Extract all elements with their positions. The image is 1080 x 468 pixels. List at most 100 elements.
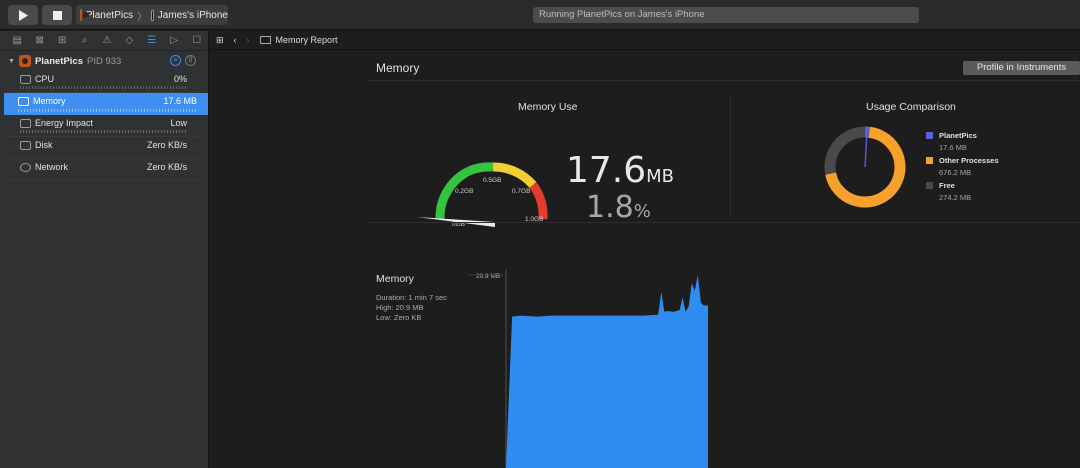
memory-gauge: 0GB 0.2GB 0.5GB 0.7GB 1.0GB xyxy=(417,162,548,228)
search-icon[interactable]: ⌕ xyxy=(73,34,95,48)
legend-free: Free 274.2 MB xyxy=(926,181,972,202)
gauge-value: Zero KB/s xyxy=(146,140,187,150)
gauge-value: Low xyxy=(170,118,187,128)
stop-icon xyxy=(52,10,62,20)
legend-other-processes: Other Processes 676.2 MB xyxy=(926,156,999,177)
process-row[interactable]: ▼ PlanetPics PID 933 ≡ ‖ xyxy=(0,51,208,71)
hierarchy-icon[interactable]: ⊞ xyxy=(51,34,73,48)
iphone-icon xyxy=(151,9,154,21)
scheme-app-label: PlanetPics xyxy=(85,9,134,21)
gauge-label: Energy Impact xyxy=(35,118,94,128)
debug-navigator: ▤ ⊠ ⊞ ⌕ ⚠ ◇ ☰ ▷ ☐ ▼ PlanetPics PID 933 ≡… xyxy=(0,31,209,468)
divider xyxy=(368,222,1080,223)
related-items-icon[interactable]: ⊞ xyxy=(216,35,224,46)
gauge-label: Disk xyxy=(35,140,53,150)
gauge-disk[interactable]: Disk Zero KB/s xyxy=(6,137,198,159)
source-control-icon[interactable]: ⊠ xyxy=(28,34,50,48)
gauge-label: Network xyxy=(35,162,69,172)
legend-planetpics: PlanetPics 17.6 MB xyxy=(926,131,977,152)
legend-value: 17.6 MB xyxy=(939,143,967,152)
gauge-arc-red xyxy=(529,182,548,220)
timeline-high: High: 20.9 MB xyxy=(376,303,424,312)
donut-pointer xyxy=(864,132,868,168)
app-icon xyxy=(80,9,89,21)
report-title: Memory xyxy=(376,61,420,75)
navigator-tabs: ▤ ⊠ ⊞ ⌕ ⚠ ◇ ☰ ▷ ☐ xyxy=(0,31,208,51)
report-document-icon xyxy=(259,36,271,44)
forward-icon[interactable]: › xyxy=(247,35,250,45)
toolbar: PlanetPics 〉 James's iPhone Running Plan… xyxy=(0,0,1080,30)
warning-icon[interactable]: ⚠ xyxy=(96,34,118,48)
process-name: PlanetPics xyxy=(34,55,83,67)
memory-area-series xyxy=(506,275,708,468)
play-icon xyxy=(19,9,28,21)
gauge-arc-green2 xyxy=(467,162,494,176)
gauge-value: 17.6 MB xyxy=(163,96,197,106)
timeline-low: Low: Zero KB xyxy=(376,313,422,322)
debug-navigator-icon[interactable]: ☰ xyxy=(141,34,163,48)
legend-swatch xyxy=(926,132,933,139)
memory-use-percent-sign: % xyxy=(633,201,651,222)
legend-swatch xyxy=(926,182,933,189)
battery-icon xyxy=(20,119,31,128)
timeline-info: Memory Duration: 1 min 7 sec High: 20.9 … xyxy=(376,273,447,323)
pause-icon[interactable]: ‖ xyxy=(185,55,196,66)
dial-label-2: 0.5GB xyxy=(483,177,501,184)
legend-name: PlanetPics xyxy=(939,131,977,140)
process-app-icon xyxy=(18,55,31,67)
scheme-selector[interactable]: PlanetPics 〉 James's iPhone xyxy=(76,5,228,25)
gauge-memory[interactable]: Memory 17.6 MB xyxy=(4,93,208,115)
memory-use-percent-number: 1.8 xyxy=(586,190,634,225)
legend-name: Free xyxy=(939,181,955,190)
test-icon[interactable]: ◇ xyxy=(118,34,140,48)
editor-area: ⊞ ‹ › Memory Report Memory Profile in In… xyxy=(210,31,1080,468)
jump-bar: ⊞ ‹ › Memory Report xyxy=(210,31,1080,50)
legend-value: 274.2 MB xyxy=(939,193,972,202)
globe-icon xyxy=(20,163,31,172)
memory-icon xyxy=(18,97,29,106)
chevron-right-icon: 〉 xyxy=(137,11,148,23)
memory-timeline-chart: 20.9 MB xyxy=(468,269,708,468)
gauge-energy[interactable]: Energy Impact Low xyxy=(6,115,198,137)
gauge-sparkline xyxy=(20,86,188,89)
gauge-sparkline xyxy=(20,130,188,133)
gauge-label: Memory xyxy=(33,96,66,106)
timeline-title: Memory xyxy=(376,273,414,285)
timeline-ymax-label: 20.9 MB xyxy=(476,273,500,280)
stop-button[interactable] xyxy=(42,5,72,25)
run-button[interactable] xyxy=(8,5,38,25)
gauge-cpu[interactable]: CPU 0% xyxy=(6,71,198,93)
gauge-arc-green xyxy=(435,166,472,220)
usage-donut xyxy=(824,126,906,208)
dial-label-1: 0.2GB xyxy=(455,188,473,195)
report-icon[interactable]: ☐ xyxy=(186,34,208,48)
legend-swatch xyxy=(926,157,933,164)
scheme-device-label: James's iPhone xyxy=(157,9,228,21)
profile-in-instruments-button[interactable]: Profile in Instruments xyxy=(963,61,1080,75)
breakpoint-icon[interactable]: ▷ xyxy=(163,34,185,48)
gauge-value: 0% xyxy=(173,74,187,84)
threads-icon[interactable]: ≡ xyxy=(170,55,181,66)
divider xyxy=(368,80,1080,81)
gauge-label: CPU xyxy=(35,74,55,84)
legend-value: 676.2 MB xyxy=(939,168,972,177)
folder-icon[interactable]: ▤ xyxy=(6,34,28,48)
dial-label-3: 0.7GB xyxy=(512,188,530,195)
memory-use-percent: 1.8% xyxy=(586,191,651,229)
timeline-duration: Duration: 1 min 7 sec xyxy=(376,293,447,302)
memory-use-number: 17.6 xyxy=(566,150,647,191)
disclosure-triangle-icon[interactable]: ▼ xyxy=(8,58,15,65)
gauge-value: Zero KB/s xyxy=(146,162,187,172)
activity-status: Running PlanetPics on James's iPhone xyxy=(533,7,919,23)
memory-report: Memory Profile in Instruments Memory Use… xyxy=(368,51,1080,468)
gauge-sparkline xyxy=(18,109,198,112)
process-status-icons: ≡ ‖ xyxy=(170,55,196,66)
jump-bar-title[interactable]: Memory Report xyxy=(276,35,338,45)
memory-use-unit: MB xyxy=(646,166,675,187)
back-icon[interactable]: ‹ xyxy=(234,35,237,45)
process-pid: PID 933 xyxy=(87,55,122,67)
disk-icon xyxy=(20,141,31,150)
usage-comparison-heading: Usage Comparison xyxy=(866,101,956,113)
gauge-network[interactable]: Network Zero KB/s xyxy=(6,159,198,181)
panel-divider xyxy=(730,95,731,215)
